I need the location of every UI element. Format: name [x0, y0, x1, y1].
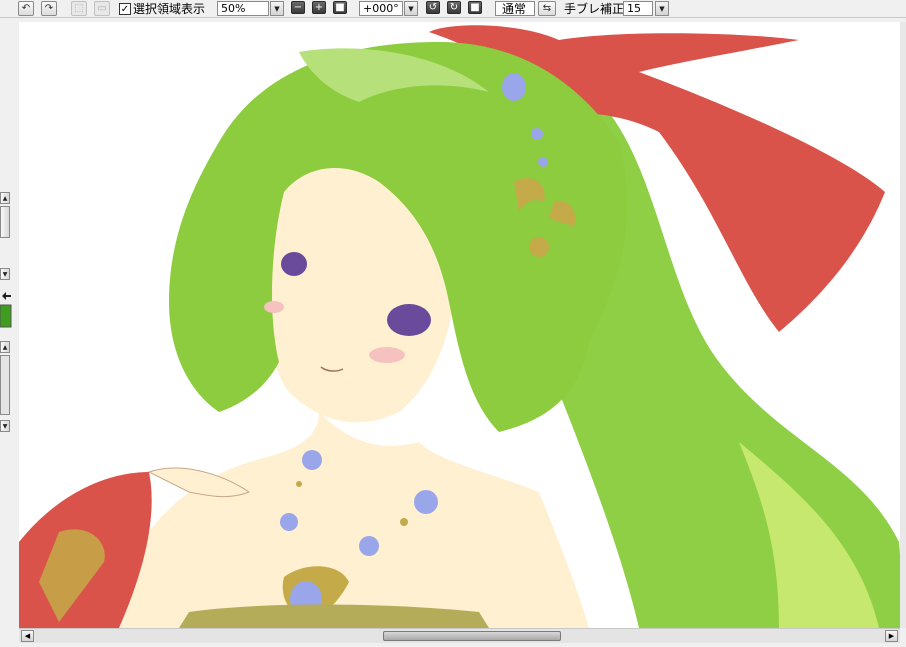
invert-selection-button[interactable]: ▭: [94, 1, 110, 16]
zoom-out-button[interactable]: −: [291, 1, 305, 14]
plus-icon: +: [314, 2, 324, 13]
artwork: [19, 25, 906, 628]
check-icon: ✓: [120, 3, 130, 15]
vertical-scrollbar[interactable]: [900, 22, 906, 628]
scroll-down-button[interactable]: ▼: [0, 268, 10, 280]
rotate-cw-icon: ↻: [449, 2, 459, 13]
hair-bead: [531, 128, 543, 140]
show-selection-label: 選択領域表示: [133, 2, 206, 16]
necklace-bead: [359, 536, 379, 556]
stabilizer-dropdown-button[interactable]: ▼: [655, 1, 669, 16]
necklace-bead: [414, 490, 438, 514]
drawing-canvas[interactable]: [19, 22, 906, 628]
reset-icon: ■: [335, 2, 345, 13]
zoom-in-button[interactable]: +: [312, 1, 326, 14]
stabilizer-label: 手ブレ補正: [564, 2, 625, 16]
rotate-left-button[interactable]: ↺: [426, 1, 440, 14]
scroll-up-button[interactable]: ▲: [0, 341, 10, 353]
chevron-down-icon: ▼: [2, 270, 8, 278]
toolbar: ↶ ↷ ⬚ ▭ ✓ 選択領域表示 50% ▼ − + ■ +000° ▼ ↺ ↻…: [0, 0, 906, 18]
left-panel: ▲ ▼ ▲ ▼: [0, 18, 16, 630]
chevron-down-icon: ▼: [274, 4, 280, 13]
scroll-down-button[interactable]: ▼: [0, 420, 10, 432]
scroll-track[interactable]: [0, 355, 10, 415]
chevron-left-icon: ◀: [24, 632, 31, 640]
rotation-reset-button[interactable]: ■: [468, 1, 482, 14]
zoom-dropdown-button[interactable]: ▼: [270, 1, 284, 16]
hair-ornament: [529, 237, 549, 257]
right-blush: [369, 347, 405, 363]
rotation-dropdown-button[interactable]: ▼: [404, 1, 418, 16]
chevron-right-icon: ▶: [888, 632, 895, 640]
flip-view-button[interactable]: ⇆: [538, 1, 556, 16]
horizontal-scroll-thumb[interactable]: [383, 631, 561, 641]
chevron-down-icon: ▼: [2, 422, 8, 430]
left-blush: [264, 301, 284, 313]
chevron-up-icon: ▲: [2, 194, 8, 202]
deselect-button[interactable]: ⬚: [71, 1, 87, 16]
invert-selection-icon: ▭: [97, 3, 107, 14]
zoom-reset-button[interactable]: ■: [333, 1, 347, 14]
rotate-ccw-icon: ↺: [428, 2, 438, 13]
redo-icon: ↷: [44, 3, 54, 14]
reset-icon: ■: [470, 2, 480, 13]
necklace-bead: [302, 450, 322, 470]
chevron-up-icon: ▲: [2, 343, 8, 351]
redo-button[interactable]: ↷: [41, 1, 57, 16]
scroll-right-button[interactable]: ▶: [885, 630, 898, 642]
chevron-down-icon: ▼: [408, 4, 414, 13]
necklace-link: [296, 481, 302, 487]
minus-icon: −: [293, 2, 303, 13]
deselect-icon: ⬚: [74, 3, 84, 14]
blend-mode-field[interactable]: 通常: [495, 1, 535, 16]
scroll-up-button[interactable]: ▲: [0, 192, 10, 204]
rotation-field[interactable]: +000°: [359, 1, 403, 16]
horizontal-scrollbar[interactable]: ◀ ▶: [19, 628, 900, 643]
necklace-link: [400, 518, 408, 526]
current-color-swatch[interactable]: [0, 304, 12, 328]
stabilizer-field[interactable]: 15: [623, 1, 653, 16]
show-selection-checkbox[interactable]: ✓: [119, 3, 131, 15]
chevron-down-icon: ▼: [659, 4, 665, 13]
undo-icon: ↶: [21, 3, 31, 14]
scroll-thumb[interactable]: [0, 206, 10, 238]
hair-bead: [538, 157, 548, 167]
swap-colors-icon[interactable]: [2, 292, 11, 300]
necklace-bead: [280, 513, 298, 531]
shoulders: [109, 412, 589, 628]
left-eye: [281, 252, 307, 276]
flip-horizontal-icon: ⇆: [542, 3, 552, 14]
right-eye: [387, 304, 431, 336]
zoom-field[interactable]: 50%: [217, 1, 269, 16]
rotate-right-button[interactable]: ↻: [447, 1, 461, 14]
hair-ornament-gem: [502, 73, 526, 101]
scroll-left-button[interactable]: ◀: [21, 630, 34, 642]
undo-button[interactable]: ↶: [18, 1, 34, 16]
left-panel-graphics: [0, 292, 12, 328]
